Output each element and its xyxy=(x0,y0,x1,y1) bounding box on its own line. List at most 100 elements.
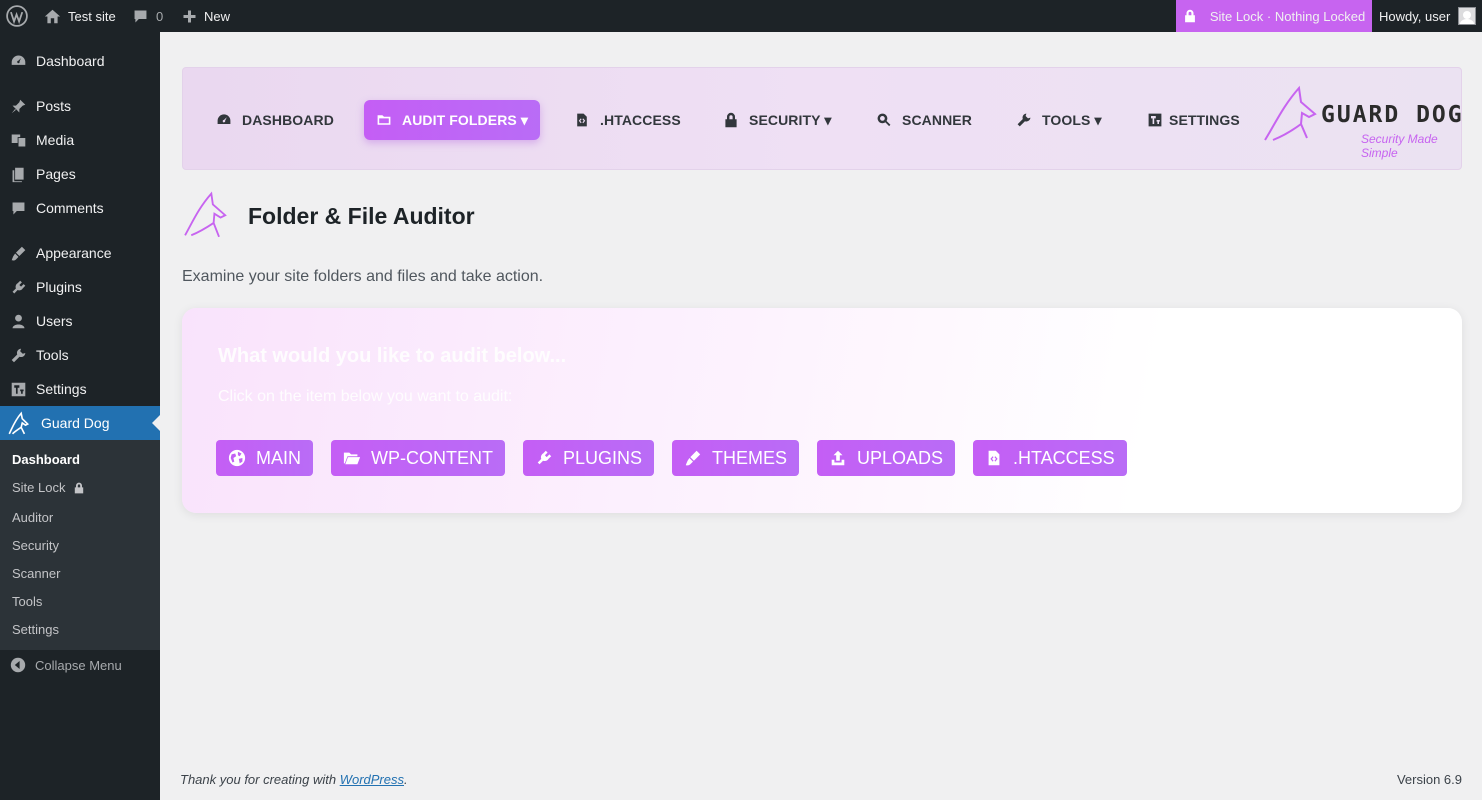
guard-dog-logo: GUARD DOG Security Made Simple xyxy=(1261,84,1471,160)
plugin-nav-bar: DASHBOARD AUDIT FOLDERS ▾ .HTACCESS SECU… xyxy=(182,67,1462,170)
site-name: Test site xyxy=(68,8,116,24)
audit-card-subtitle: Click on the item below you want to audi… xyxy=(218,388,513,405)
dashboard-icon xyxy=(11,55,26,65)
lock-icon xyxy=(725,112,737,128)
submenu-item-scanner[interactable]: Scanner xyxy=(12,566,60,581)
sidebar-item-plugins[interactable]: Plugins xyxy=(0,270,160,304)
upload-icon xyxy=(831,450,845,466)
audit-button-label: THEMES xyxy=(712,447,788,468)
sidebar-item-label: Appearance xyxy=(36,245,112,261)
brush-icon xyxy=(685,450,701,466)
sidebar-item-pages[interactable]: Pages xyxy=(0,157,160,191)
audit-card: What would you like to audit below... Cl… xyxy=(182,308,1462,513)
audit-wp-content-button[interactable]: WP-CONTENT xyxy=(331,440,505,476)
nav-security[interactable]: SECURITY ▾ xyxy=(723,100,831,140)
sidebar-item-label: Tools xyxy=(36,347,69,363)
submenu-item-site-lock[interactable]: Site Lock xyxy=(12,480,85,495)
audit-button-label: UPLOADS xyxy=(857,447,944,468)
avatar xyxy=(1458,7,1477,25)
lock-icon xyxy=(75,482,84,493)
sidebar-item-label: Guard Dog xyxy=(41,415,110,431)
sidebar-item-comments[interactable]: Comments xyxy=(0,191,160,225)
plugin-icon xyxy=(12,280,26,293)
sidebar-item-posts[interactable]: Posts xyxy=(0,89,160,123)
home-icon xyxy=(44,9,61,23)
plus-icon xyxy=(183,10,196,22)
site-name-link[interactable]: Test site xyxy=(44,0,116,32)
guard-dog-submenu: Dashboard Site Lock Auditor Security Sca… xyxy=(0,440,160,650)
lock-icon xyxy=(1184,9,1195,23)
submenu-item-settings[interactable]: Settings xyxy=(12,622,59,637)
nav-tools[interactable]: TOOLS ▾ xyxy=(1016,100,1102,140)
submenu-item-tools[interactable]: Tools xyxy=(12,594,42,609)
collapse-menu-label: Collapse Menu xyxy=(35,657,122,673)
settings-icon xyxy=(11,382,26,396)
open-folder-icon xyxy=(343,452,361,465)
collapse-menu-button[interactable]: Collapse Menu xyxy=(10,657,122,673)
sidebar-item-users[interactable]: Users xyxy=(0,304,160,338)
media-icon xyxy=(11,134,26,146)
user-account-link[interactable]: Howdy, user xyxy=(1379,0,1477,32)
sidebar-item-label: Media xyxy=(36,132,75,148)
audit-button-label: MAIN xyxy=(256,447,301,468)
footer-version: Version 6.9 xyxy=(1396,772,1462,787)
audit-uploads-button[interactable]: UPLOADS xyxy=(817,440,956,476)
audit-main-button[interactable]: MAIN xyxy=(216,440,313,476)
sidebar-item-settings[interactable]: Settings xyxy=(0,372,160,406)
submenu-item-security[interactable]: Security xyxy=(12,538,59,553)
nav-settings[interactable]: SETTINGS xyxy=(1147,100,1240,140)
sidebar-item-media[interactable]: Media xyxy=(0,123,160,157)
nav-htaccess[interactable]: .HTACCESS xyxy=(574,100,681,140)
audit-plugins-button[interactable]: PLUGINS xyxy=(523,440,655,476)
guard-dog-icon xyxy=(8,411,30,435)
sidebar-item-guard-dog[interactable]: Guard Dog xyxy=(0,406,160,440)
admin-sidebar: Dashboard Posts Media Pages Comments App… xyxy=(0,32,160,800)
wordpress-link[interactable]: WordPress xyxy=(340,772,404,787)
audit-button-label: WP-CONTENT xyxy=(371,447,493,468)
nav-dashboard[interactable]: DASHBOARD xyxy=(216,100,334,140)
code-file-icon xyxy=(988,450,1000,466)
user-icon xyxy=(12,314,25,328)
submenu-item-label: Site Lock xyxy=(12,480,66,495)
nav-label: .HTACCESS xyxy=(600,112,681,128)
submenu-item-dashboard[interactable]: Dashboard xyxy=(12,452,80,467)
site-lock-status-button[interactable]: Site Lock · Nothing Locked xyxy=(1176,0,1372,32)
settings-icon xyxy=(1148,113,1162,127)
wrench-icon xyxy=(11,348,26,362)
nav-audit-folders[interactable]: AUDIT FOLDERS ▾ xyxy=(364,100,540,140)
pin-icon xyxy=(11,99,26,113)
audit-htaccess-button[interactable]: .HTACCESS xyxy=(973,440,1127,476)
page-header: Folder & File Auditor xyxy=(182,188,475,244)
nav-label: AUDIT FOLDERS ▾ xyxy=(402,111,528,128)
sidebar-item-label: Pages xyxy=(36,166,76,182)
submenu-item-auditor[interactable]: Auditor xyxy=(12,510,53,525)
sidebar-item-tools[interactable]: Tools xyxy=(0,338,160,372)
guard-dog-mascot-icon xyxy=(184,191,227,238)
comments-link[interactable]: 0 xyxy=(132,0,163,32)
nav-label: TOOLS ▾ xyxy=(1042,111,1102,128)
nav-label: SETTINGS xyxy=(1169,112,1240,128)
footer-thanks-suffix: . xyxy=(404,772,408,787)
nav-scanner[interactable]: SCANNER xyxy=(876,100,972,140)
new-label: New xyxy=(204,8,231,24)
folder-icon xyxy=(377,115,391,125)
nav-label: DASHBOARD xyxy=(242,112,334,128)
sidebar-item-appearance[interactable]: Appearance xyxy=(0,236,160,270)
audit-card-title: What would you like to audit below... xyxy=(218,345,567,367)
audit-button-label: PLUGINS xyxy=(563,447,643,468)
admin-bar: Test site 0 New Site Lock · Nothing Lock… xyxy=(0,0,1482,32)
page-title: Folder & File Auditor xyxy=(248,202,475,229)
audit-themes-button[interactable]: THEMES xyxy=(672,440,800,476)
wordpress-logo-link[interactable] xyxy=(6,0,28,32)
gauge-icon xyxy=(217,114,231,124)
new-content-link[interactable]: New xyxy=(182,0,230,32)
collapse-arrow-icon xyxy=(10,657,26,673)
sidebar-item-dashboard[interactable]: Dashboard xyxy=(0,44,160,78)
logo-brand: GUARD DOG xyxy=(1321,102,1464,128)
page-description: Examine your site folders and files and … xyxy=(182,268,544,285)
audit-button-label: .HTACCESS xyxy=(1013,447,1115,468)
comment-icon xyxy=(12,202,25,214)
wordpress-logo-icon xyxy=(6,5,28,27)
sidebar-item-label: Comments xyxy=(36,200,104,216)
globe-icon xyxy=(228,449,246,467)
